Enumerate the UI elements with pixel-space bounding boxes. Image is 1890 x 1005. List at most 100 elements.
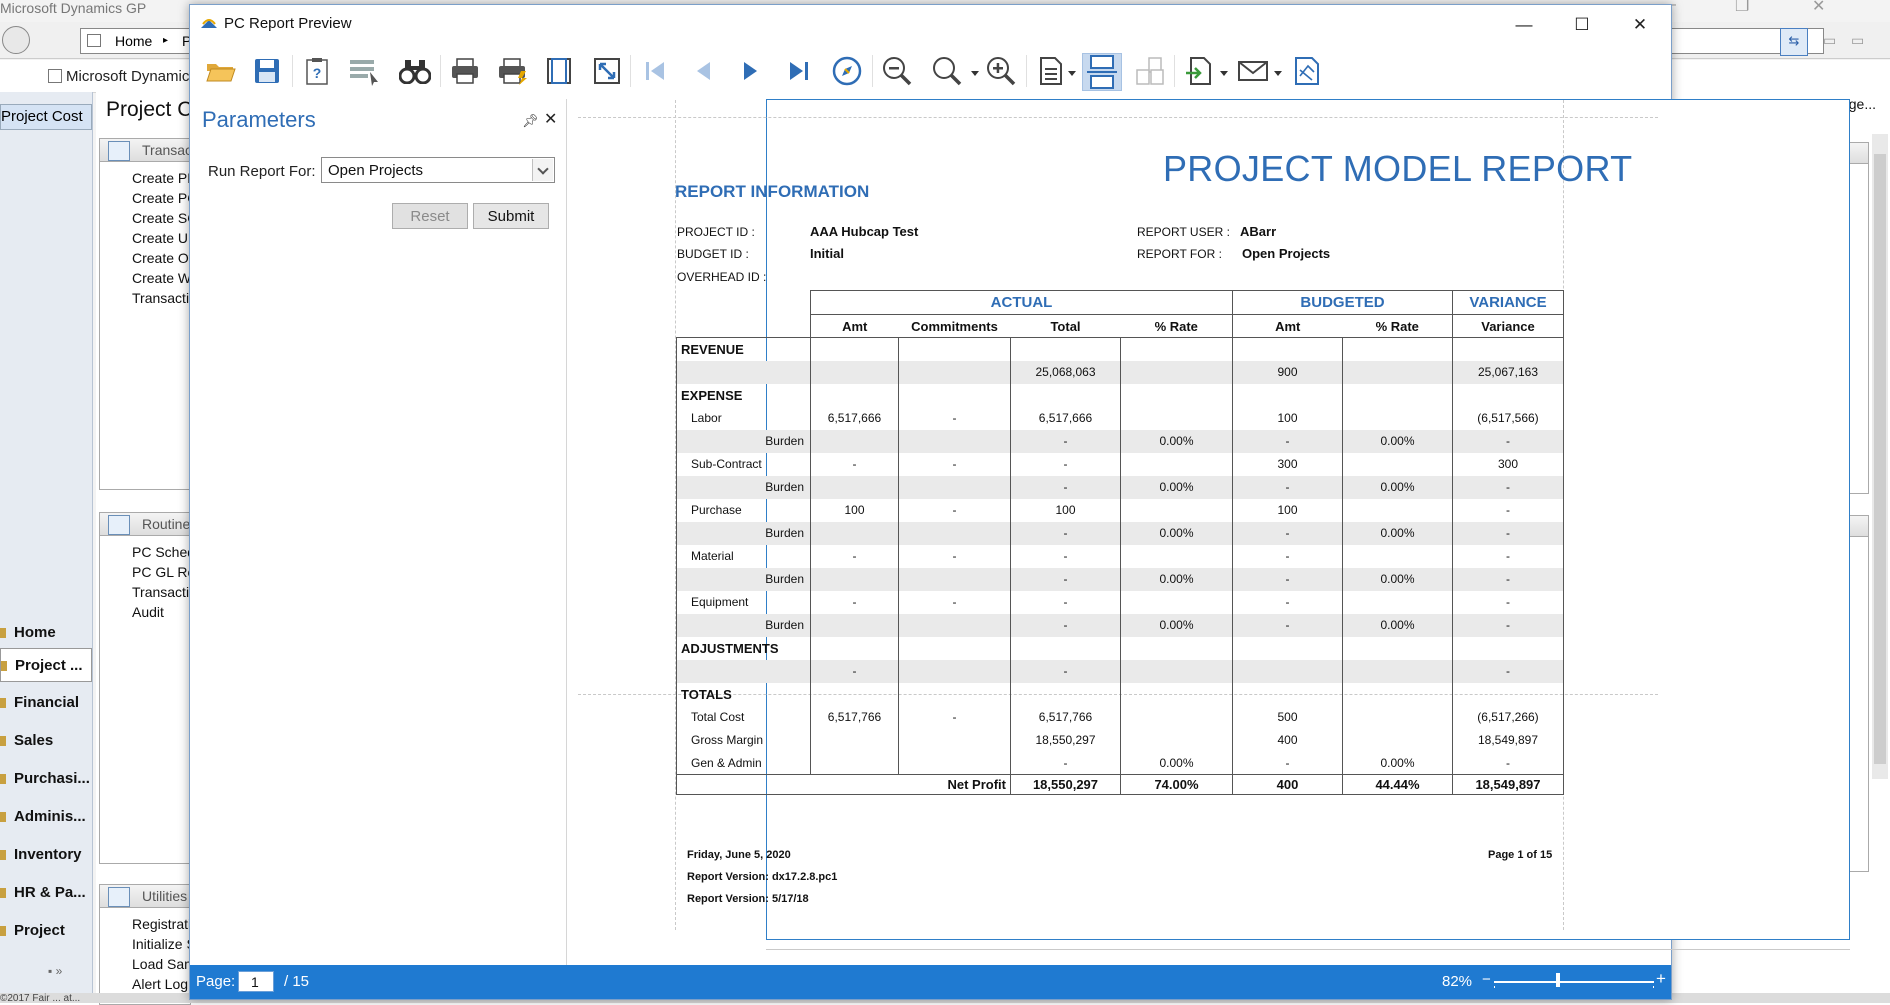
panel-link[interactable]: Create Ov [100, 248, 190, 268]
nav-purchasing-button[interactable]: Purchasi... [0, 762, 92, 796]
nav-home-button[interactable]: Home [0, 616, 92, 650]
chevron-down-icon[interactable] [532, 159, 553, 181]
budget-id-label: BUDGET ID : [677, 247, 749, 261]
reset-button[interactable]: Reset [392, 203, 468, 229]
back-button[interactable] [2, 26, 30, 54]
zoom-slider-track[interactable] [1494, 981, 1654, 983]
refresh-icon[interactable]: ⇆ [1780, 28, 1808, 56]
parameters-help-icon[interactable]: ? [298, 53, 336, 89]
panel-link[interactable]: PC GL Re [100, 562, 190, 582]
navigation-selected-item[interactable]: Project Cost [0, 104, 92, 130]
actual-group-header: ACTUAL [810, 290, 1233, 315]
panel-link[interactable]: Create SC [100, 208, 190, 228]
panel-link[interactable]: Load Sam [100, 954, 190, 974]
table-cell [898, 751, 1011, 775]
maximize-button[interactable]: ☐ [1553, 7, 1611, 43]
save-icon[interactable] [248, 53, 286, 89]
zoom-in-icon[interactable] [982, 53, 1020, 89]
table-cell [1452, 682, 1564, 706]
print-icon[interactable] [446, 53, 484, 89]
table-cell: 0.00% [1120, 475, 1233, 499]
panel-link[interactable]: Audit [100, 602, 190, 622]
report-toolbar: ? [190, 43, 1671, 128]
single-page-icon[interactable] [1032, 53, 1070, 89]
zoom-minus-icon[interactable]: − [1482, 971, 1491, 988]
table-cell [1342, 544, 1453, 568]
continuous-page-icon[interactable] [1082, 53, 1122, 91]
navigation-compass-icon[interactable] [828, 53, 866, 89]
submit-button[interactable]: Submit [473, 203, 549, 229]
email-chevron-down-icon[interactable] [1274, 71, 1282, 76]
scale-to-fit-icon[interactable] [588, 53, 626, 89]
app-restore-icon[interactable]: ❐ [1735, 0, 1749, 16]
export-chevron-down-icon[interactable] [1220, 71, 1228, 76]
close-button[interactable]: ✕ [1611, 7, 1669, 43]
table-cell: 0.00% [1342, 475, 1453, 499]
nav-sales-button[interactable]: Sales [0, 724, 92, 758]
panel-link[interactable]: Alert Log [100, 974, 190, 994]
table-cell: - [1452, 429, 1564, 453]
table-cell [1120, 406, 1233, 430]
layout-icon[interactable]: ▭ [1851, 32, 1864, 49]
run-report-for-label: Run Report For: [208, 163, 316, 180]
table-cell [810, 337, 899, 361]
previous-page-icon[interactable] [684, 53, 722, 89]
panel-link[interactable]: Initialize S [100, 934, 190, 954]
app-vertical-scrollbar[interactable] [1872, 134, 1888, 779]
next-page-icon[interactable] [732, 53, 770, 89]
table-cell [810, 475, 899, 499]
table-cell [1342, 682, 1453, 706]
table-cell [898, 636, 1011, 660]
table-cell: - [1232, 544, 1343, 568]
page-layout-chevron-down-icon[interactable] [1068, 71, 1076, 76]
find-binoculars-icon[interactable] [396, 53, 434, 89]
zoom-slider-ticks [1494, 986, 1654, 988]
nav-financial-button[interactable]: Financial [0, 686, 92, 720]
panel-link[interactable]: Create PC [100, 188, 190, 208]
panel-link[interactable]: Transactic [100, 288, 190, 308]
panel-link[interactable]: PC Sched [100, 542, 190, 562]
panel-link[interactable]: Create PM [100, 168, 190, 188]
panel-link[interactable]: Create UP [100, 228, 190, 248]
watermark-icon[interactable] [1288, 53, 1326, 89]
quick-print-icon[interactable] [494, 53, 532, 89]
zoom-plus-icon[interactable]: + [1656, 969, 1666, 989]
nav-hr-payroll-button[interactable]: HR & Pa... [0, 876, 92, 910]
table-row: ADJUSTMENTS [676, 636, 1564, 660]
zoom-out-icon[interactable] [878, 53, 916, 89]
first-page-icon[interactable] [636, 53, 674, 89]
multiple-pages-icon[interactable] [1130, 53, 1168, 89]
zoom-slider-thumb[interactable] [1556, 973, 1560, 987]
nav-options-icon[interactable]: ▪ » [48, 964, 62, 978]
close-panel-icon[interactable]: ✕ [544, 109, 557, 129]
open-folder-icon[interactable] [202, 53, 240, 89]
nav-project-button[interactable]: Project [0, 914, 92, 948]
page-setup-icon[interactable] [540, 53, 578, 89]
minimize-button[interactable]: — [1495, 7, 1553, 43]
pin-icon[interactable]: 📌︎ [522, 113, 539, 129]
routines-icon [108, 515, 130, 535]
table-cell: - [1010, 475, 1121, 499]
panel-link[interactable]: Registratic [100, 914, 190, 934]
last-page-icon[interactable] [780, 53, 818, 89]
nav-project-cost-button[interactable]: Project ... [0, 648, 92, 682]
nav-inventory-button[interactable]: Inventory [0, 838, 92, 872]
table-cell: - [1010, 567, 1121, 591]
panel-link[interactable]: Create WI [100, 268, 190, 288]
zoom-icon[interactable] [928, 53, 966, 89]
table-cell: - [898, 590, 1011, 614]
window-icon[interactable]: ▭ [1823, 32, 1836, 49]
row-label: EXPENSE [676, 383, 811, 407]
document-map-icon[interactable] [346, 53, 384, 89]
panel-link[interactable]: Transactic [100, 582, 190, 602]
table-cell: - [1010, 751, 1121, 775]
page-number-input[interactable]: 1 [238, 971, 274, 992]
app-close-icon[interactable]: ✕ [1812, 0, 1825, 16]
email-icon[interactable] [1234, 53, 1272, 89]
run-report-for-select[interactable]: Open Projects [321, 157, 555, 183]
table-cell [898, 429, 1011, 453]
home-tab[interactable]: Home ▸ P [80, 28, 192, 54]
zoom-dropdown-chevron-down-icon[interactable] [971, 71, 979, 76]
export-document-icon[interactable] [1180, 53, 1218, 89]
nav-administration-button[interactable]: Adminis... [0, 800, 92, 834]
